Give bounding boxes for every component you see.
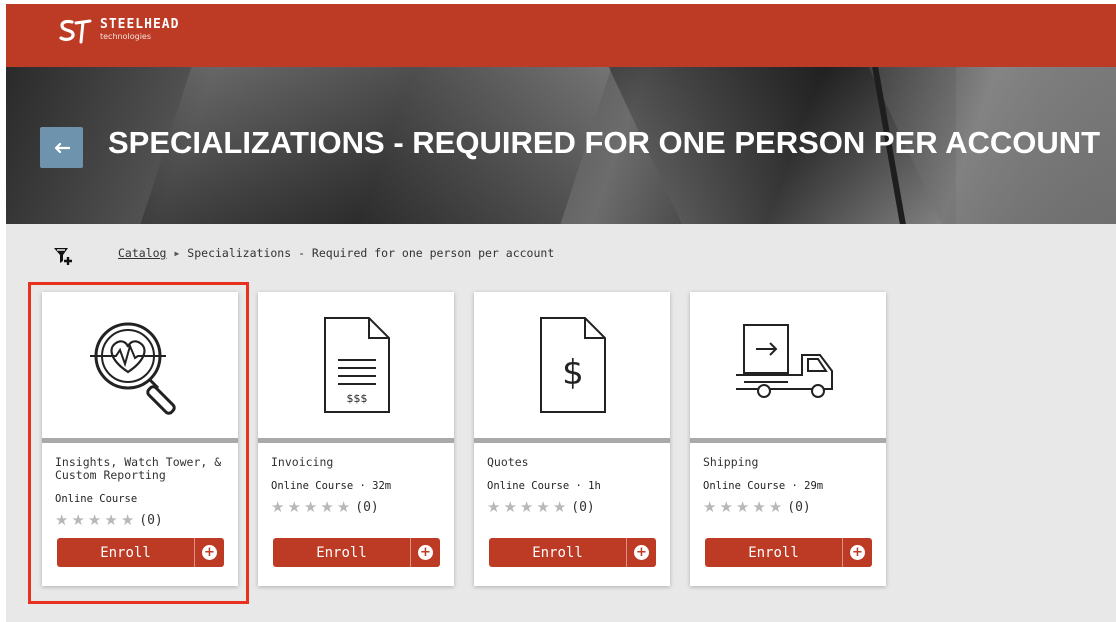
svg-text:$: $ — [562, 353, 584, 393]
invoice-document-icon: $$$ — [324, 317, 390, 413]
course-card[interactable]: $$$ Invoicing Online Course · 32m ★ ★ ★ ★ ★ … — [258, 292, 454, 586]
rating-count: (0) — [571, 499, 595, 515]
plus-circle-icon: + — [202, 545, 217, 560]
course-card[interactable]: Shipping Online Course · 29m ★ ★ ★ ★ ★ (0) E… — [690, 292, 886, 586]
course-card[interactable]: Insights, Watch Tower, & Custom Reportin… — [42, 292, 238, 586]
dollar-document-icon: $ — [540, 317, 606, 413]
breadcrumb-current: Specializations - Required for one perso… — [187, 246, 555, 260]
hero-banner: SPECIALIZATIONS - REQUIRED FOR ONE PERSO… — [6, 67, 1116, 224]
star-rating: ★ ★ ★ ★ ★ (0) — [55, 511, 163, 529]
star-icon: ★ — [719, 498, 733, 516]
star-icon: ★ — [287, 498, 301, 516]
heart-magnifier-icon — [90, 322, 176, 415]
add-to-plan-button[interactable]: + — [626, 538, 656, 567]
course-meta: Online Course · 29m — [703, 480, 824, 492]
course-title[interactable]: Quotes — [487, 456, 662, 469]
brand-name: STEELHEAD — [100, 17, 180, 32]
star-rating: ★ ★ ★ ★ ★ (0) — [271, 498, 379, 516]
star-icon: ★ — [735, 498, 750, 516]
star-icon: ★ — [552, 498, 567, 516]
add-to-plan-button[interactable]: + — [410, 538, 440, 567]
add-to-plan-button[interactable]: + — [194, 538, 224, 567]
star-icon: ★ — [120, 511, 135, 529]
star-icon: ★ — [536, 498, 550, 516]
star-icon: ★ — [752, 498, 766, 516]
back-button[interactable] — [40, 127, 83, 168]
star-icon: ★ — [320, 498, 334, 516]
star-rating: ★ ★ ★ ★ ★ (0) — [703, 498, 811, 516]
brand-subtitle: technologies — [100, 32, 151, 41]
star-icon: ★ — [55, 511, 69, 529]
catalog-content: Catalog ▶ Specializations - Required for… — [6, 224, 1116, 622]
course-title[interactable]: Insights, Watch Tower, & Custom Reportin… — [55, 456, 230, 482]
enroll-label[interactable]: Enroll — [489, 538, 626, 567]
course-meta: Online Course · 32m — [271, 480, 392, 492]
star-icon: ★ — [519, 498, 534, 516]
course-title[interactable]: Shipping — [703, 456, 878, 469]
star-rating: ★ ★ ★ ★ ★ (0) — [487, 498, 595, 516]
plus-circle-icon: + — [850, 545, 865, 560]
star-icon: ★ — [303, 498, 318, 516]
enroll-button[interactable]: Enroll + — [57, 538, 224, 567]
enroll-label[interactable]: Enroll — [705, 538, 842, 567]
star-icon: ★ — [104, 511, 118, 529]
breadcrumb: Catalog ▶ Specializations - Required for… — [52, 244, 554, 268]
rating-count: (0) — [787, 499, 811, 515]
enroll-button[interactable]: Enroll + — [705, 538, 872, 567]
star-icon: ★ — [703, 498, 717, 516]
course-meta: Online Course · 1h — [487, 480, 601, 492]
plus-circle-icon: + — [634, 545, 649, 560]
svg-text:$$$: $$$ — [347, 392, 368, 405]
enroll-button[interactable]: Enroll + — [273, 538, 440, 567]
course-meta: Online Course — [55, 493, 138, 505]
shipping-truck-icon — [736, 324, 833, 398]
breadcrumb-catalog-link[interactable]: Catalog — [118, 246, 166, 260]
add-to-plan-button[interactable]: + — [842, 538, 872, 567]
filter-add-icon — [54, 248, 72, 265]
plus-circle-icon: + — [418, 545, 433, 560]
star-icon: ★ — [271, 498, 285, 516]
filter-button[interactable] — [52, 245, 74, 267]
star-icon: ★ — [768, 498, 783, 516]
steelhead-logo-icon — [59, 19, 92, 44]
course-title[interactable]: Invoicing — [271, 456, 446, 469]
rating-count: (0) — [355, 499, 379, 515]
course-card[interactable]: $ Quotes Online Course · 1h ★ ★ ★ ★ ★ (0) En… — [474, 292, 670, 586]
enroll-label[interactable]: Enroll — [273, 538, 410, 567]
star-icon: ★ — [487, 498, 501, 516]
top-bar: STEELHEAD technologies — [6, 4, 1116, 67]
arrow-left-icon — [54, 142, 70, 153]
brand-logo[interactable]: STEELHEAD technologies — [58, 18, 179, 44]
enroll-label[interactable]: Enroll — [57, 538, 194, 567]
page-title: SPECIALIZATIONS - REQUIRED FOR ONE PERSO… — [108, 125, 1101, 160]
star-icon: ★ — [87, 511, 102, 529]
caret-right-icon: ▶ — [174, 248, 180, 258]
star-icon: ★ — [336, 498, 351, 516]
enroll-button[interactable]: Enroll + — [489, 538, 656, 567]
star-icon: ★ — [503, 498, 517, 516]
rating-count: (0) — [139, 512, 163, 528]
star-icon: ★ — [71, 511, 85, 529]
